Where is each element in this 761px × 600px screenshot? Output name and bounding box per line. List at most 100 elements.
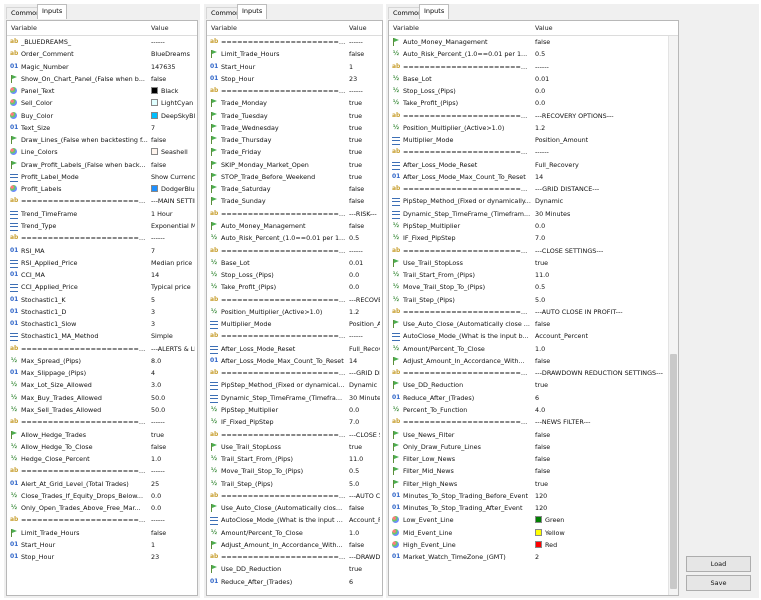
- input-value[interactable]: 3.0: [151, 379, 195, 391]
- input-row[interactable]: SKIP_Monday_Market_Open true: [207, 159, 382, 171]
- input-row[interactable]: AutoClose_Mode_(What is the input b... Ac…: [389, 330, 668, 342]
- input-value[interactable]: 0.0: [535, 85, 666, 97]
- column-header-variable[interactable]: Variable: [393, 21, 419, 35]
- input-value[interactable]: 0.5: [349, 465, 380, 477]
- input-value[interactable]: ------: [349, 245, 380, 257]
- input-row[interactable]: ab Order_Comment BlueDreams: [7, 48, 197, 60]
- tab-inputs[interactable]: Inputs: [237, 4, 268, 19]
- input-row[interactable]: 01 Stochastic1_D 3: [7, 306, 197, 318]
- input-value[interactable]: Position_Am: [349, 318, 380, 330]
- input-row[interactable]: Trade_Saturday false: [207, 183, 382, 195]
- input-value[interactable]: BlueDreams: [151, 48, 195, 60]
- input-row[interactable]: Profit_Label_Mode Show Currency: [7, 171, 197, 183]
- input-row[interactable]: ½ Auto_Risk_Percent_(1.0==0.01 per 1... 0.…: [207, 232, 382, 244]
- input-value[interactable]: DodgerBlue: [151, 183, 195, 195]
- input-value[interactable]: 0.0: [349, 269, 380, 281]
- input-value[interactable]: true: [349, 146, 380, 158]
- input-row[interactable]: ab====================================--…: [207, 429, 382, 441]
- input-value[interactable]: 14: [151, 269, 195, 281]
- input-value[interactable]: 0.01: [349, 257, 380, 269]
- input-value[interactable]: Median price: [151, 257, 195, 269]
- input-value[interactable]: 0.0: [349, 404, 380, 416]
- input-row[interactable]: ab====================================--…: [389, 306, 668, 318]
- input-value[interactable]: 30 Minutes: [535, 208, 666, 220]
- input-row[interactable]: ab====================================--…: [389, 146, 668, 158]
- input-row[interactable]: Sell_Color LightCyan: [7, 97, 197, 109]
- input-value[interactable]: 3: [151, 306, 195, 318]
- input-row[interactable]: PipStep_Method_(Fixed or dynamically... D…: [207, 379, 382, 391]
- input-value[interactable]: true: [349, 122, 380, 134]
- input-row[interactable]: Use_Auto_Close_(Automatically close ... f…: [389, 318, 668, 330]
- input-row[interactable]: ½ Only_Open_Trades_Above_Free_Mar... 0.0: [7, 502, 197, 514]
- input-value[interactable]: Red: [535, 539, 666, 551]
- input-value[interactable]: 0.0: [535, 97, 666, 109]
- input-value[interactable]: 11.0: [349, 453, 380, 465]
- input-value[interactable]: 7.0: [349, 416, 380, 428]
- input-row[interactable]: ½ Take_Profit_(Pips) 0.0: [389, 97, 668, 109]
- input-value[interactable]: 7.0: [535, 232, 666, 244]
- input-row[interactable]: ½ Auto_Risk_Percent_(1.0==0.01 per 1... 0.…: [389, 48, 668, 60]
- input-row[interactable]: ½ Stop_Loss_(Pips) 0.0: [389, 85, 668, 97]
- input-value[interactable]: Green: [535, 514, 666, 526]
- input-row[interactable]: ab====================================--…: [389, 61, 668, 73]
- input-row[interactable]: Use_Trail_StopLoss true: [389, 257, 668, 269]
- input-row[interactable]: ½ Base_Lot 0.01: [207, 257, 382, 269]
- vertical-scrollbar[interactable]: [668, 36, 678, 595]
- input-value[interactable]: ---DRAWDO: [349, 551, 380, 563]
- input-value[interactable]: Simple: [151, 330, 195, 342]
- input-row[interactable]: ½ IF_Fixed_PipStep 7.0: [389, 232, 668, 244]
- input-row[interactable]: ab _BLUEDREAMS_ ------: [7, 36, 197, 48]
- input-value[interactable]: 120: [535, 490, 666, 502]
- input-value[interactable]: false: [535, 465, 666, 477]
- input-row[interactable]: RSI_Applied_Price Median price: [7, 257, 197, 269]
- input-row[interactable]: Buy_Color DeepSkyBlue: [7, 110, 197, 122]
- input-row[interactable]: AutoClose_Mode_(What is the input b... Ac…: [207, 514, 382, 526]
- input-value[interactable]: true: [349, 110, 380, 122]
- input-value[interactable]: ---AUTO CL: [349, 490, 380, 502]
- input-row[interactable]: 01 Reduce_After_(Trades) 6: [207, 576, 382, 588]
- input-row[interactable]: Trade_Thursday true: [207, 134, 382, 146]
- column-header-value[interactable]: Value: [349, 21, 367, 35]
- input-row[interactable]: ½ PipStep_Multiplier 0.0: [389, 220, 668, 232]
- input-value[interactable]: ---CLOSE SE: [349, 429, 380, 441]
- input-row[interactable]: ab====================================--…: [207, 367, 382, 379]
- input-row[interactable]: Auto_Money_Management false: [207, 220, 382, 232]
- input-row[interactable]: ½ Amount/Percent_To_Close 1.0: [389, 343, 668, 355]
- input-value[interactable]: 0.0: [151, 502, 195, 514]
- input-value[interactable]: ---RECOVERY OPTIONS---: [535, 110, 666, 122]
- input-row[interactable]: ½ PipStep_Multiplier 0.0: [207, 404, 382, 416]
- input-value[interactable]: true: [349, 441, 380, 453]
- input-row[interactable]: ½ Move_Trail_Stop_To_(Pips) 0.5: [389, 281, 668, 293]
- input-value[interactable]: 14: [535, 171, 666, 183]
- input-row[interactable]: Trend_TimeFrame 1 Hour: [7, 208, 197, 220]
- input-row[interactable]: Trade_Sunday false: [207, 195, 382, 207]
- input-value[interactable]: false: [349, 539, 380, 551]
- input-value[interactable]: false: [535, 318, 666, 330]
- input-value[interactable]: 1: [151, 539, 195, 551]
- input-value[interactable]: ------: [349, 36, 380, 48]
- input-row[interactable]: Use_DD_Reduction true: [389, 379, 668, 391]
- input-value[interactable]: Account_Percent: [535, 330, 666, 342]
- input-value[interactable]: 4.0: [535, 404, 666, 416]
- column-header-value[interactable]: Value: [535, 21, 553, 35]
- input-row[interactable]: ½ Trail_Step_(Pips) 5.0: [389, 294, 668, 306]
- input-value[interactable]: ---GRID DIS: [349, 367, 380, 379]
- save-button[interactable]: Save: [686, 575, 751, 591]
- input-row[interactable]: ab====================================--…: [389, 110, 668, 122]
- input-value[interactable]: true: [535, 478, 666, 490]
- input-row[interactable]: Multiplier_Mode Position_Am: [207, 318, 382, 330]
- input-value[interactable]: ------: [535, 146, 666, 158]
- input-row[interactable]: Dynamic_Step_TimeFrame_(Timefram... 30 Mi…: [207, 392, 382, 404]
- input-row[interactable]: Draw_Lines_(False when backtesting f... f…: [7, 134, 197, 146]
- input-row[interactable]: 01 Reduce_After_(Trades) 6: [389, 392, 668, 404]
- input-row[interactable]: CCI_Applied_Price Typical price: [7, 281, 197, 293]
- input-row[interactable]: ½ Max_Lot_Size_Allowed 3.0: [7, 379, 197, 391]
- input-value[interactable]: 23: [151, 551, 195, 563]
- input-value[interactable]: 0.0: [535, 220, 666, 232]
- input-value[interactable]: 7: [151, 122, 195, 134]
- input-value[interactable]: 1 Hour: [151, 208, 195, 220]
- input-value[interactable]: Show Currency: [151, 171, 195, 183]
- input-row[interactable]: ½ Max_Spread_(Pips) 8.0: [7, 355, 197, 367]
- input-row[interactable]: ½ Position_Multiplier_(Active>1.0) 1.2: [389, 122, 668, 134]
- input-row[interactable]: Line_Colors Seashell: [7, 146, 197, 158]
